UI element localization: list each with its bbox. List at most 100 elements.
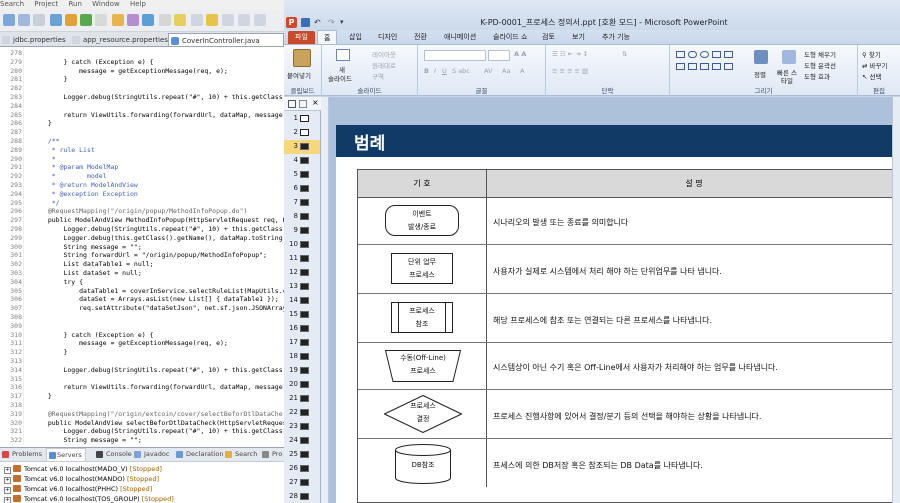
search-icon[interactable]: [142, 14, 154, 26]
expand-icon[interactable]: +: [4, 477, 11, 484]
code-line[interactable]: } catch (Exception e) {: [40, 58, 153, 66]
tab-insert[interactable]: 삽입: [349, 32, 362, 42]
slide-thumbnail[interactable]: 15: [284, 308, 320, 322]
tab-transitions[interactable]: 전환: [414, 32, 427, 42]
tab-home[interactable]: 홈: [317, 30, 338, 44]
tab-progress[interactable]: Pro: [262, 450, 282, 458]
tab-declaration[interactable]: Declaration: [176, 450, 223, 458]
code-line[interactable]: List dataSet = null;: [40, 269, 141, 277]
code-line[interactable]: * rule List: [40, 146, 95, 154]
slide-thumbnail[interactable]: 7: [284, 196, 320, 210]
arrow-shape-icon[interactable]: [724, 51, 733, 58]
expand-icon[interactable]: +: [4, 487, 11, 494]
tab-animations[interactable]: 애니메이션: [444, 32, 476, 42]
slide-thumbnail[interactable]: 22: [284, 406, 320, 420]
debug-icon[interactable]: [95, 14, 107, 26]
slide-thumbnail[interactable]: 25: [284, 448, 320, 462]
save-icon[interactable]: [18, 14, 30, 26]
slide-thumbnail[interactable]: 5: [284, 168, 320, 182]
toggle-icon[interactable]: [159, 14, 171, 26]
code-line[interactable]: * model: [40, 172, 107, 180]
code-line[interactable]: return ViewUtils.forwarding(forwardUrl, …: [40, 383, 284, 391]
code-line[interactable]: String forwardUrl = "/origin/popup/Metho…: [40, 251, 267, 259]
code-line[interactable]: String message = "";: [40, 243, 141, 251]
code-line[interactable]: Logger.debug(StringUtils.repeat("#", 10)…: [40, 427, 284, 435]
slide-thumbnail[interactable]: 1: [284, 112, 320, 126]
slide-thumbnail[interactable]: 14: [284, 294, 320, 308]
arrange-icon[interactable]: [754, 50, 768, 64]
select-button[interactable]: ↖ 선택: [862, 71, 882, 81]
tab-design[interactable]: 디자인: [378, 32, 397, 42]
tab-file[interactable]: 파일: [288, 31, 315, 44]
more-shapes-icon[interactable]: [724, 63, 733, 70]
bullets-icon[interactable]: ☰ ☷ ⇤ ⇥ ↕: [552, 50, 588, 58]
print-icon[interactable]: [33, 14, 45, 26]
code-line[interactable]: public ModelAndView MethodInfoPopup(Http…: [40, 216, 284, 224]
close-icon[interactable]: ×: [312, 98, 319, 107]
slide-thumbnail[interactable]: 18: [284, 350, 320, 364]
font-color-icon[interactable]: A: [520, 67, 524, 75]
code-line[interactable]: req.setAttribute("dataSetJson", net.sf.j…: [40, 304, 284, 312]
code-line[interactable]: public ModelAndView selectBeforDtlDataCh…: [40, 419, 284, 427]
package-icon[interactable]: [65, 14, 77, 26]
server-item[interactable]: + Tomcat v6.0 localhost(MADO_V) [Stopped]: [4, 465, 162, 474]
rectangle-shape-icon[interactable]: [676, 51, 685, 58]
code-line[interactable]: * @return ModelAndView: [40, 181, 138, 189]
section-button[interactable]: 구역: [372, 71, 384, 81]
underline-icon[interactable]: U: [442, 67, 447, 75]
slide-thumbnail[interactable]: 3: [284, 140, 320, 154]
shape-fill-button[interactable]: 도형 채우기: [804, 49, 836, 59]
code-line[interactable]: } catch (Exception e) {: [40, 331, 153, 339]
slide-thumbnail[interactable]: 13: [284, 280, 320, 294]
annotation-icon[interactable]: [174, 14, 186, 26]
tab-review[interactable]: 검토: [542, 32, 555, 42]
code-line[interactable]: }: [40, 392, 52, 400]
slide-thumbnail[interactable]: 26: [284, 462, 320, 476]
menu-window[interactable]: Window: [92, 0, 120, 8]
tab-search[interactable]: Search: [225, 450, 257, 458]
slide-thumbnail[interactable]: 23: [284, 420, 320, 434]
font-name-field[interactable]: [424, 50, 486, 61]
slides-view-icon[interactable]: [288, 100, 296, 108]
new-icon[interactable]: [3, 14, 15, 26]
customize-toolbar-icon[interactable]: ▾: [340, 18, 344, 26]
slide-thumbnail[interactable]: 9: [284, 224, 320, 238]
slide-thumbnail[interactable]: 17: [284, 336, 320, 350]
code-line[interactable]: dataSet = Arrays.asList(new List[] { dat…: [40, 295, 279, 303]
tab-addins[interactable]: 추가 기능: [602, 32, 630, 42]
replace-button[interactable]: ⇄ 바꾸기: [862, 60, 887, 70]
outline-view-icon[interactable]: [299, 100, 307, 108]
code-line[interactable]: */: [40, 199, 60, 207]
code-line[interactable]: List dataTable1 = null;: [40, 260, 153, 268]
code-line[interactable]: Logger.debug(StringUtils.repeat("#", 10)…: [40, 366, 284, 374]
menu-run[interactable]: Run: [68, 0, 81, 8]
italic-icon[interactable]: I: [434, 67, 436, 75]
code-line[interactable]: dataTable1 = coverInService.selectRuleLi…: [40, 287, 284, 295]
slide[interactable]: 범례 기 호 설 명 이벤트 발생/종료 시나리오의 발생 또는 종료를 의미합…: [336, 125, 900, 503]
slide-thumbnail[interactable]: 28: [284, 490, 320, 503]
paste-icon[interactable]: [293, 49, 311, 67]
legend-table[interactable]: 기 호 설 명 이벤트 발생/종료 시나리오의 발생 또는 종료를 의미합니다: [357, 169, 900, 503]
nav-forward-icon[interactable]: [222, 14, 234, 26]
powerpoint-logo-icon[interactable]: P: [286, 17, 297, 28]
code-line[interactable]: String message = "";: [40, 436, 141, 444]
triangle-shape-icon[interactable]: [676, 63, 685, 70]
strike-icon[interactable]: S abc: [452, 67, 470, 75]
server-icon[interactable]: [50, 14, 62, 26]
oval-shape-icon[interactable]: [700, 51, 709, 58]
expand-icon[interactable]: +: [4, 497, 11, 503]
slide-thumbnail[interactable]: 10: [284, 238, 320, 252]
slide-thumbnail[interactable]: 11: [284, 252, 320, 266]
code-line[interactable]: /**: [40, 137, 60, 145]
menu-project[interactable]: Project: [34, 0, 58, 8]
thumbnail-scrollbar[interactable]: [321, 97, 329, 503]
slide-thumbnail[interactable]: 12: [284, 266, 320, 280]
code-line[interactable]: try {: [40, 278, 83, 286]
quick-styles-button[interactable]: 빠른 스타일: [776, 69, 798, 85]
expand-icon[interactable]: +: [4, 467, 11, 474]
save-icon[interactable]: [301, 18, 310, 27]
align-icon[interactable]: ≡ ≡ ≡ ≡ ▥: [552, 67, 588, 75]
code-line[interactable]: @RequestMapping("/origin/popup/MethodInf…: [40, 207, 248, 215]
code-line[interactable]: }: [40, 348, 67, 356]
slide-thumbnail[interactable]: 16: [284, 322, 320, 336]
